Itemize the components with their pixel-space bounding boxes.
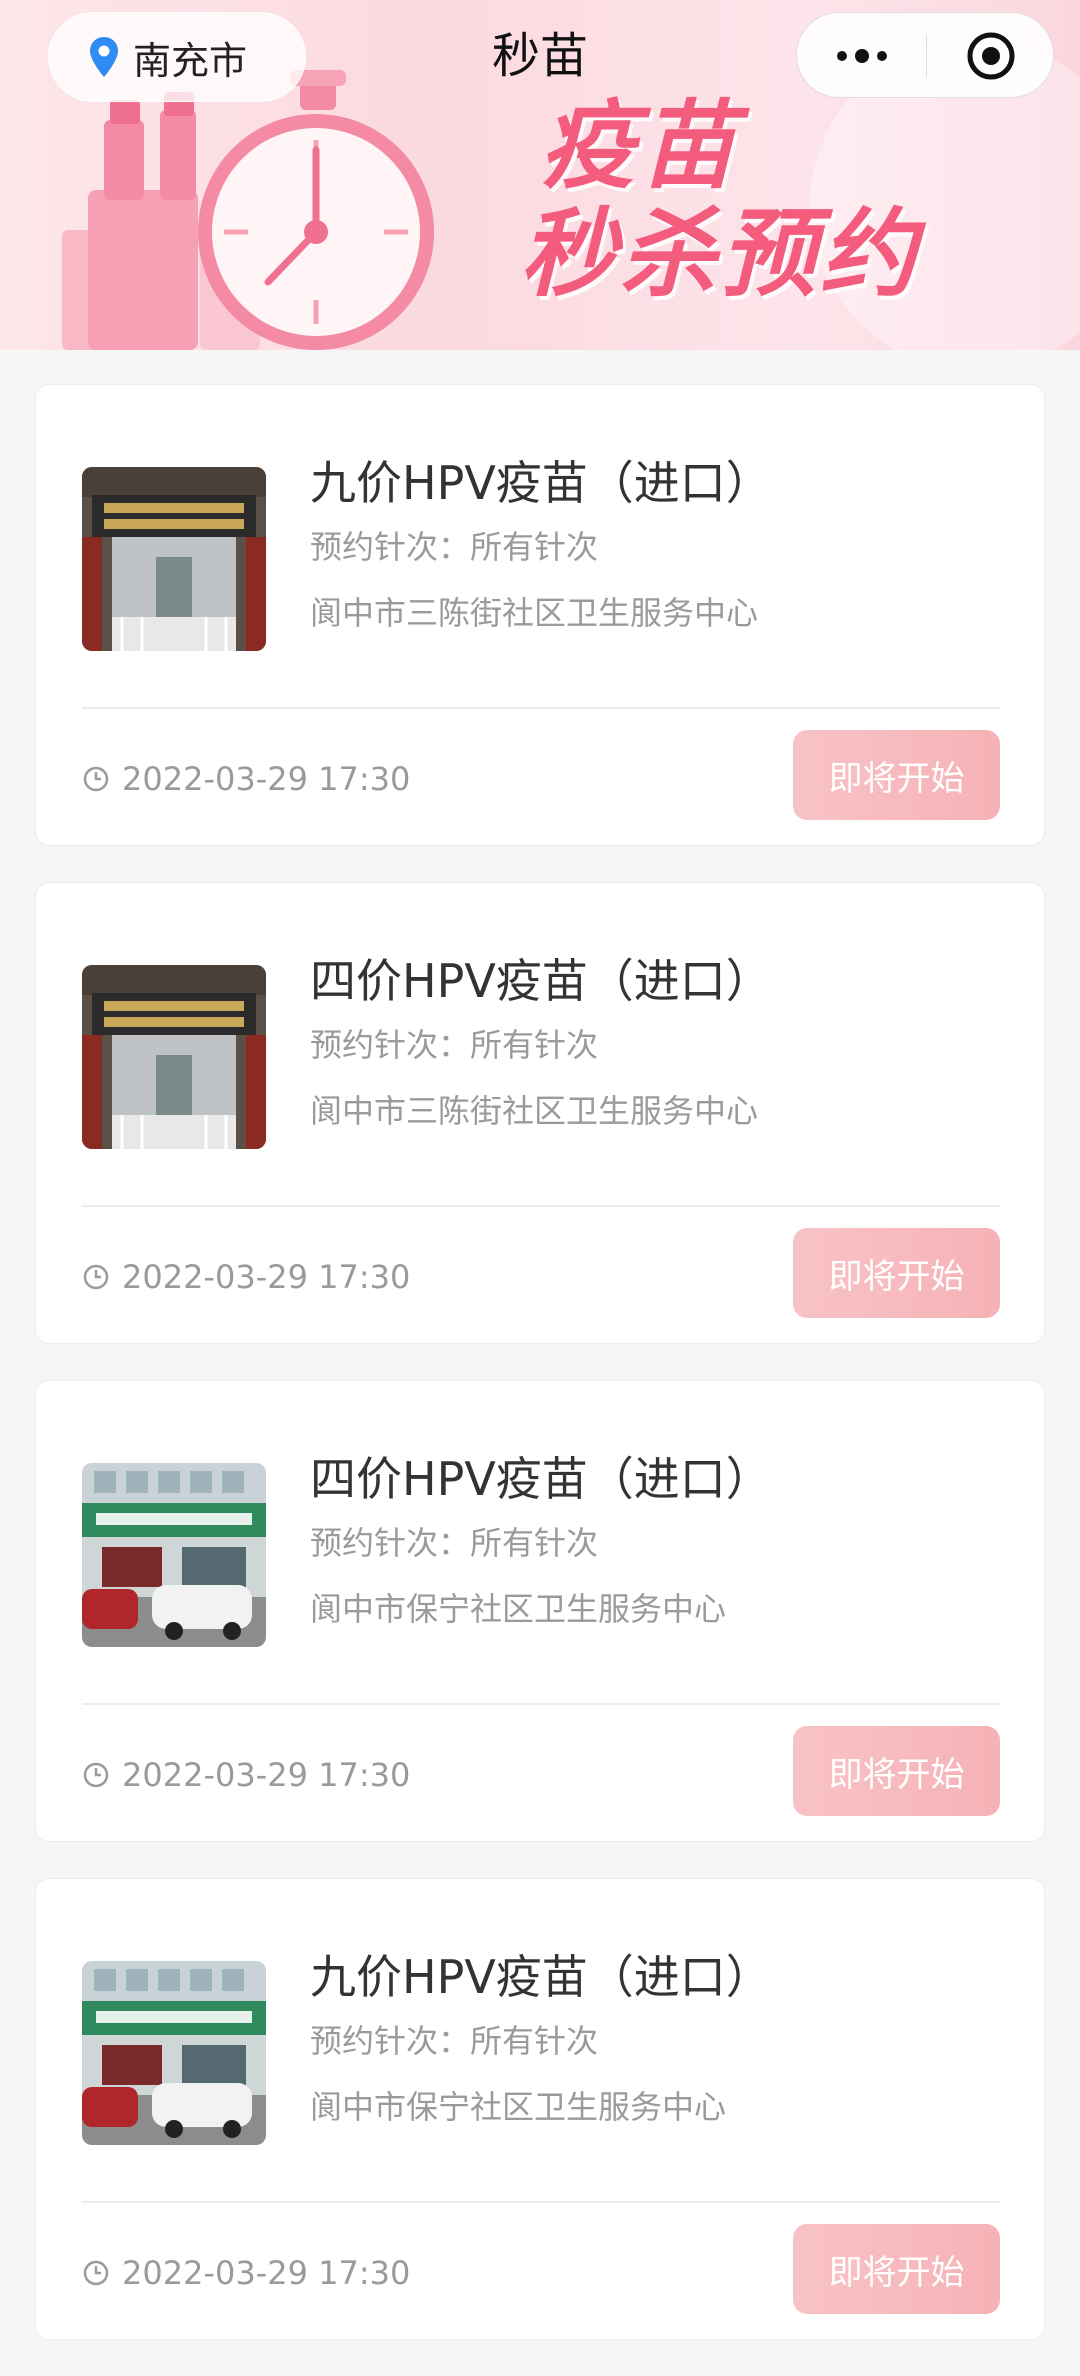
clock-icon — [83, 1762, 109, 1788]
card-divider — [82, 1703, 1000, 1705]
card-divider — [82, 2201, 1000, 2203]
clinic-photo — [82, 965, 266, 1149]
clock-icon — [83, 1264, 109, 1290]
clock-icon — [83, 2260, 109, 2286]
dose-info: 预约针次：所有针次 — [310, 1026, 599, 1064]
clinic-photo — [82, 467, 266, 651]
clinic-name: 阆中市保宁社区卫生服务中心 — [310, 2088, 727, 2126]
clinic-name: 阆中市保宁社区卫生服务中心 — [310, 1590, 727, 1628]
dose-info: 预约针次：所有针次 — [310, 2022, 599, 2060]
clinic-name: 阆中市三陈街社区卫生服务中心 — [310, 594, 759, 632]
coming-soon-button[interactable]: 即将开始 — [793, 1228, 1000, 1318]
vaccine-list: 九价HPV疫苗（进口） 预约针次：所有针次 阆中市三陈街社区卫生服务中心 202… — [35, 384, 1045, 2376]
start-time: 2022-03-29 17:30 — [82, 1753, 410, 1797]
start-time: 2022-03-29 17:30 — [82, 757, 410, 801]
target-circle-icon[interactable] — [965, 30, 1017, 82]
miniprogram-capsule — [796, 12, 1054, 98]
capsule-divider — [926, 35, 927, 77]
banner-title: 疫苗 秒杀预约 — [520, 92, 1040, 308]
start-time: 2022-03-29 17:30 — [82, 2251, 410, 2295]
clinic-photo — [82, 1961, 266, 2145]
dose-info: 预约针次：所有针次 — [310, 528, 599, 566]
banner-title-line2: 秒杀预约 — [520, 198, 920, 310]
start-time-text: 2022-03-29 17:30 — [122, 1756, 411, 1794]
vaccine-name: 四价HPV疫苗（进口） — [310, 954, 772, 1008]
card-divider — [82, 707, 1000, 709]
coming-soon-button[interactable]: 即将开始 — [793, 730, 1000, 820]
dose-info: 预约针次：所有针次 — [310, 1524, 599, 1562]
clinic-name: 阆中市三陈街社区卫生服务中心 — [310, 1092, 759, 1130]
vaccine-card[interactable]: 四价HPV疫苗（进口） 预约针次：所有针次 阆中市保宁社区卫生服务中心 2022… — [35, 1380, 1045, 1842]
coming-soon-button[interactable]: 即将开始 — [793, 2224, 1000, 2314]
banner-title-line1: 疫苗 — [540, 90, 740, 202]
start-time: 2022-03-29 17:30 — [82, 1255, 410, 1299]
start-time-text: 2022-03-29 17:30 — [122, 1258, 411, 1296]
vaccine-card[interactable]: 四价HPV疫苗（进口） 预约针次：所有针次 阆中市三陈街社区卫生服务中心 202… — [35, 882, 1045, 1344]
clinic-photo — [82, 1463, 266, 1647]
start-time-text: 2022-03-29 17:30 — [122, 760, 411, 798]
vaccine-card[interactable]: 九价HPV疫苗（进口） 预约针次：所有针次 阆中市保宁社区卫生服务中心 2022… — [35, 1878, 1045, 2340]
start-time-text: 2022-03-29 17:30 — [122, 2254, 411, 2292]
vaccine-name: 四价HPV疫苗（进口） — [310, 1452, 772, 1506]
card-divider — [82, 1205, 1000, 1207]
coming-soon-button[interactable]: 即将开始 — [793, 1726, 1000, 1816]
more-dots-icon[interactable] — [833, 40, 891, 72]
vaccine-name: 九价HPV疫苗（进口） — [310, 456, 772, 510]
clock-icon — [83, 766, 109, 792]
vaccine-card[interactable]: 九价HPV疫苗（进口） 预约针次：所有针次 阆中市三陈街社区卫生服务中心 202… — [35, 384, 1045, 846]
vaccine-name: 九价HPV疫苗（进口） — [310, 1950, 772, 2004]
